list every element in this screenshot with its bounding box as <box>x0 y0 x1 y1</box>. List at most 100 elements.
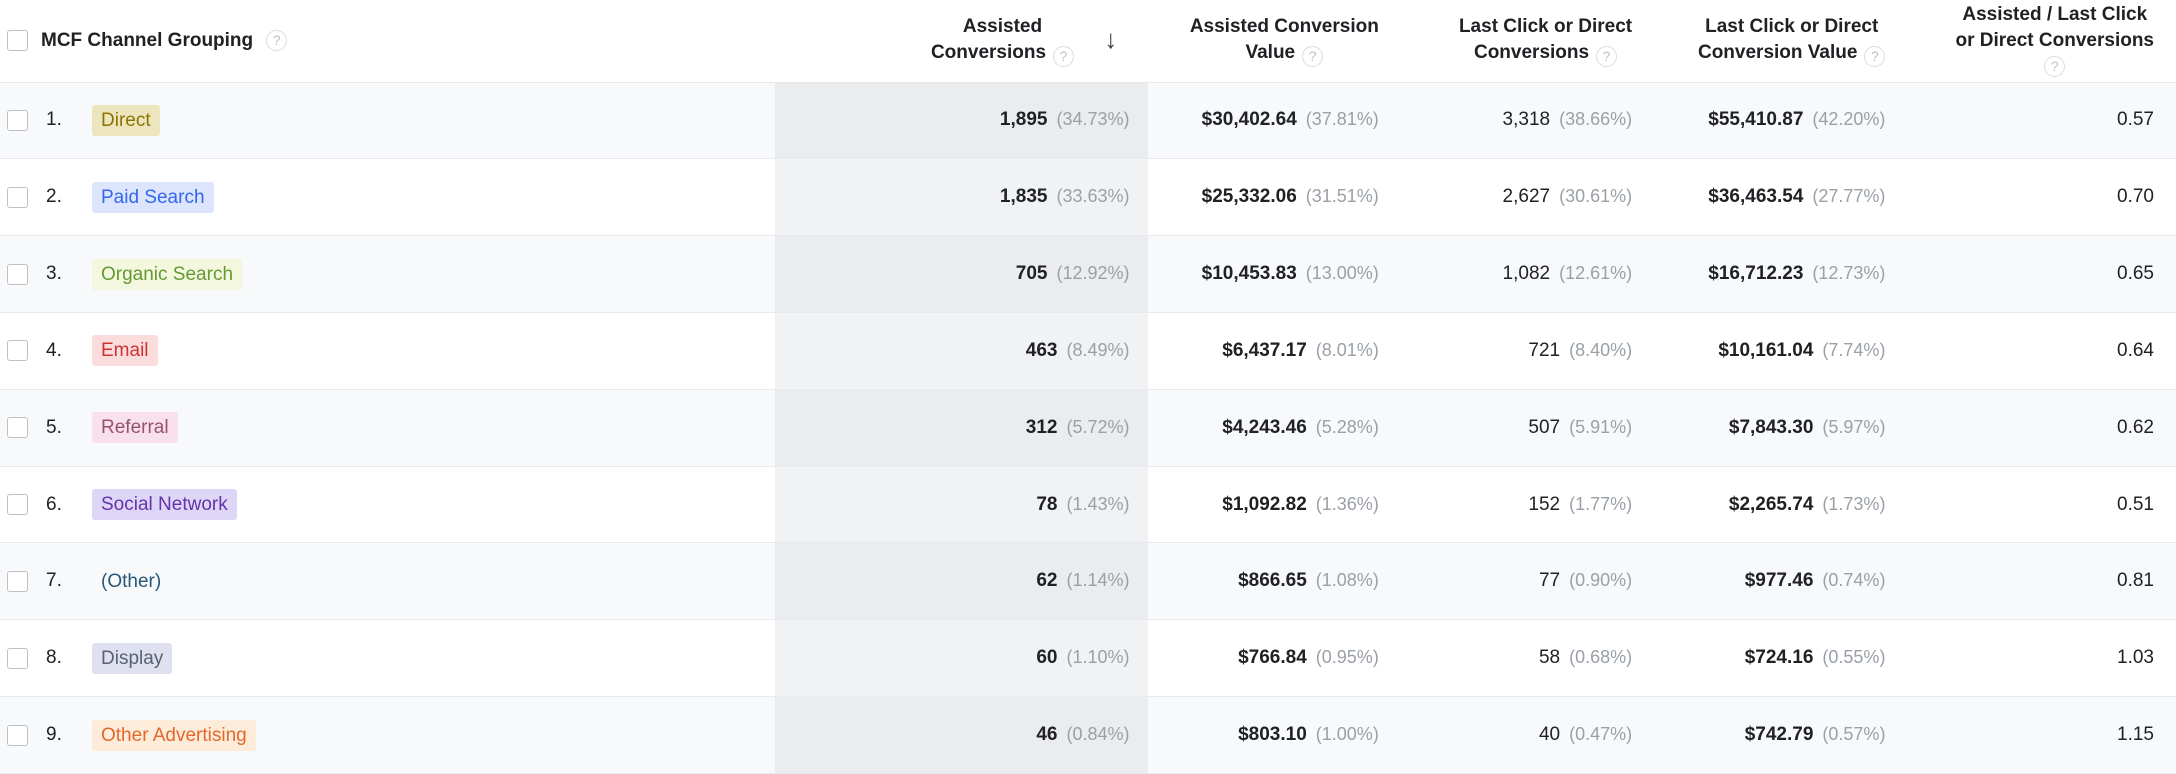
help-icon-assisted-conversion-value[interactable]: ? <box>1302 46 1323 67</box>
row-checkbox[interactable] <box>7 494 28 515</box>
cell-dimension: 2.Paid Search <box>0 159 775 236</box>
row-checkbox[interactable] <box>7 187 28 208</box>
cell-assisted-conversions: 62(1.14%) <box>775 543 1147 620</box>
channel-link[interactable]: Paid Search <box>92 182 214 213</box>
cell-last-click-conversions-value: 3,318 <box>1503 109 1551 130</box>
cell-last-click-conversions-percent: (0.68%) <box>1569 647 1632 667</box>
cell-last-click-conversions: 507(5.91%) <box>1401 389 1654 466</box>
cell-ratio: 0.65 <box>1907 236 2176 313</box>
row-checkbox[interactable] <box>7 110 28 131</box>
cell-last-click-conversions: 2,627(30.61%) <box>1401 159 1654 236</box>
cell-last-click-conversion-value: $2,265.74(1.73%) <box>1654 466 1907 543</box>
row-checkbox[interactable] <box>7 571 28 592</box>
row-checkbox[interactable] <box>7 417 28 438</box>
cell-last-click-conversion-value-percent: (0.57%) <box>1822 724 1885 744</box>
cell-assisted-conversions-value: 46 <box>1036 724 1057 745</box>
column-header-last-click-conversions[interactable]: Last Click or Direct Conversions? <box>1401 0 1654 82</box>
column-header-line1-ratio: Assisted / Last Click <box>1956 2 2155 28</box>
channel-link[interactable]: (Other) <box>92 566 170 597</box>
sort-descending-arrow-icon[interactable]: ↓ <box>1104 26 1117 52</box>
channel-link[interactable]: Email <box>92 335 158 366</box>
header-row: MCF Channel Grouping ? Assisted Conversi… <box>0 0 2176 82</box>
channel-link[interactable]: Referral <box>92 412 178 443</box>
cell-last-click-conversions: 3,318 (38.66%) <box>1401 82 1654 159</box>
cell-assisted-conversions-percent: (5.72%) <box>1066 417 1129 437</box>
row-checkbox[interactable] <box>7 264 28 285</box>
cell-assisted-conversion-value-percent: (1.36%) <box>1316 494 1379 514</box>
cell-last-click-conversion-value-percent: (42.20%) <box>1812 109 1885 129</box>
column-header-last-click-conversion-value[interactable]: Last Click or Direct Conversion Value? <box>1654 0 1907 82</box>
cell-ratio-value: 0.62 <box>2117 417 2154 438</box>
cell-last-click-conversion-value-percent: (7.74%) <box>1822 340 1885 360</box>
cell-assisted-conversion-value: $4,243.46(5.28%) <box>1148 389 1401 466</box>
cell-last-click-conversions: 1,082(12.61%) <box>1401 236 1654 313</box>
column-header-assisted-conversion-value[interactable]: Assisted Conversion Value? <box>1148 0 1401 82</box>
cell-assisted-conversion-value-value: $766.84 <box>1238 647 1307 668</box>
column-header-mcf-channel-grouping[interactable]: MCF Channel Grouping ? <box>0 0 775 82</box>
cell-dimension: 4.Email <box>0 312 775 389</box>
help-icon-last-click-conversion-value[interactable]: ? <box>1864 46 1885 67</box>
help-icon-dimension[interactable]: ? <box>266 30 287 51</box>
cell-last-click-conversions: 77(0.90%) <box>1401 543 1654 620</box>
cell-ratio: 0.70 <box>1907 159 2176 236</box>
cell-last-click-conversions: 40(0.47%) <box>1401 697 1654 774</box>
cell-last-click-conversion-value: $977.46(0.74%) <box>1654 543 1907 620</box>
cell-assisted-conversions: 1,835(33.63%) <box>775 159 1147 236</box>
cell-last-click-conversion-value-value: $36,463.54 <box>1708 186 1803 207</box>
cell-last-click-conversion-value-percent: (5.97%) <box>1822 417 1885 437</box>
column-header-assisted-last-click-ratio[interactable]: Assisted / Last Click or Direct Conversi… <box>1907 0 2176 82</box>
cell-assisted-conversions: 463 (8.49%) <box>775 312 1147 389</box>
cell-last-click-conversions-percent: (0.90%) <box>1569 570 1632 590</box>
cell-ratio: 0.64 <box>1907 312 2176 389</box>
cell-last-click-conversions-percent: (5.91%) <box>1569 417 1632 437</box>
cell-assisted-conversions-percent: (0.84%) <box>1066 724 1129 744</box>
cell-last-click-conversions: 152(1.77%) <box>1401 466 1654 543</box>
channel-link[interactable]: Direct <box>92 105 160 136</box>
column-header-line2-last-click-conversions: Conversions <box>1474 42 1589 63</box>
cell-assisted-conversion-value: $766.84(0.95%) <box>1148 620 1401 697</box>
channel-link[interactable]: Social Network <box>92 489 237 520</box>
sort-indicator-cell[interactable]: ↓ <box>1074 0 1147 82</box>
row-index: 8. <box>46 647 72 669</box>
help-icon-last-click-conversions[interactable]: ? <box>1596 46 1617 67</box>
cell-last-click-conversion-value-value: $16,712.23 <box>1708 263 1803 284</box>
cell-ratio-value: 0.57 <box>2117 109 2154 130</box>
cell-last-click-conversions-percent: (1.77%) <box>1569 494 1632 514</box>
help-icon-assisted-conversions[interactable]: ? <box>1053 46 1074 67</box>
cell-assisted-conversions-value: 463 <box>1026 340 1058 361</box>
help-icon-ratio[interactable]: ? <box>2044 56 2065 77</box>
channel-link[interactable]: Display <box>92 643 172 674</box>
cell-dimension: 1.Direct <box>0 82 775 159</box>
cell-dimension: 6. Social Network <box>0 466 775 543</box>
cell-assisted-conversion-value-percent: (13.00%) <box>1306 263 1379 283</box>
channel-link[interactable]: Organic Search <box>92 259 242 290</box>
table-row: 9.Other Advertising46(0.84%)$803.10(1.00… <box>0 697 2176 774</box>
cell-assisted-conversions-value: 705 <box>1016 263 1048 284</box>
table-row: 3.Organic Search705(12.92%)$10,453.83(13… <box>0 236 2176 313</box>
select-all-checkbox[interactable] <box>7 30 28 51</box>
row-checkbox[interactable] <box>7 725 28 746</box>
cell-assisted-conversions: 78(1.43%) <box>775 466 1147 543</box>
cell-assisted-conversion-value: $6,437.17(8.01%) <box>1148 312 1401 389</box>
cell-dimension: 9. Other Advertising <box>0 697 775 774</box>
cell-last-click-conversions-percent: (38.66%) <box>1559 109 1632 129</box>
column-header-line1-last-click-conversions: Last Click or Direct <box>1459 14 1632 40</box>
cell-assisted-conversions-value: 78 <box>1036 494 1057 515</box>
row-index: 6. <box>46 494 72 516</box>
cell-last-click-conversion-value-value: $724.16 <box>1745 647 1814 668</box>
row-index: 9. <box>46 724 72 746</box>
row-checkbox[interactable] <box>7 648 28 669</box>
cell-last-click-conversions-percent: (8.40%) <box>1569 340 1632 360</box>
channel-link[interactable]: Other Advertising <box>92 720 256 751</box>
cell-ratio-value: 0.64 <box>2117 340 2154 361</box>
cell-assisted-conversions-percent: (1.10%) <box>1066 647 1129 667</box>
column-header-assisted-conversions[interactable]: Assisted Conversions? <box>775 0 1074 82</box>
table-body: 1.Direct1,895(34.73%)$30,402.64(37.81%)3… <box>0 82 2176 774</box>
row-checkbox[interactable] <box>7 340 28 361</box>
cell-assisted-conversions-percent: (1.14%) <box>1066 570 1129 590</box>
cell-last-click-conversion-value-value: $10,161.04 <box>1718 340 1813 361</box>
cell-ratio-value: 1.03 <box>2117 647 2154 668</box>
cell-ratio-value: 1.15 <box>2117 724 2154 745</box>
row-index: 5. <box>46 417 72 439</box>
cell-assisted-conversions-percent: (8.49%) <box>1066 340 1129 360</box>
